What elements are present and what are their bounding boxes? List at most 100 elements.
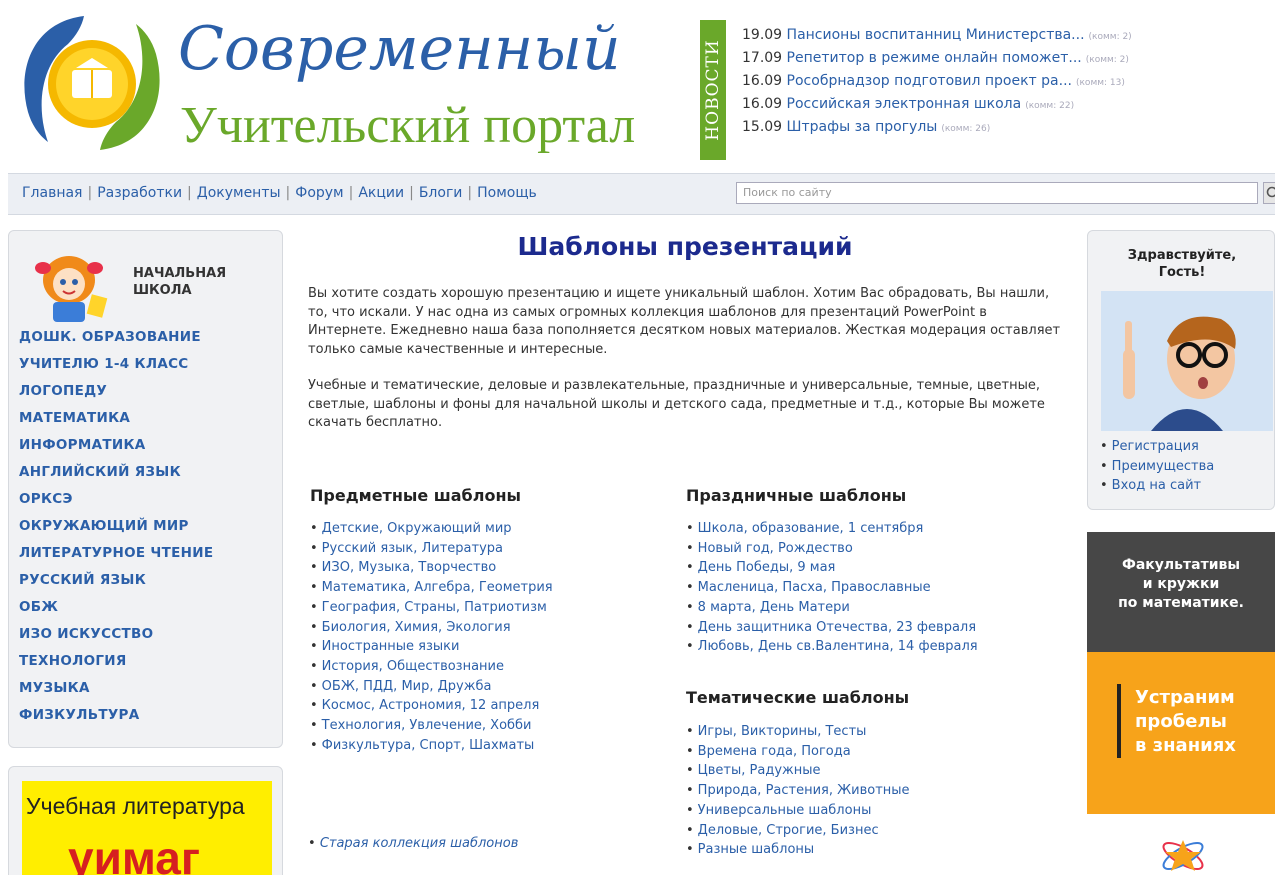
sidebar-item-russian[interactable]: РУССКИЙ ЯЗЫК <box>19 572 213 599</box>
template-link[interactable]: Русский язык, Литература <box>310 539 553 559</box>
nav-link-promotions[interactable]: Акции <box>358 185 404 201</box>
atom-logo-banner[interactable] <box>1087 814 1275 875</box>
template-link[interactable]: Иностранные языки <box>310 637 553 657</box>
page-title: Шаблоны презентаций <box>517 232 853 261</box>
news-comments: (комм: 2) <box>1085 55 1129 65</box>
advantages-link[interactable]: Преимущества <box>1100 457 1215 477</box>
template-link[interactable]: Космос, Астрономия, 12 апреля <box>310 696 553 716</box>
news-label: НОВОСТИ <box>703 39 723 141</box>
site-title-line1[interactable]: Современный <box>178 14 621 84</box>
electives-promo-banner[interactable]: Факультативы и кружки по математике. <box>1087 532 1275 652</box>
sidebar-item-obzh[interactable]: ОБЖ <box>19 599 213 626</box>
gaps-promo-banner[interactable]: Устраним пробелы в знаниях <box>1087 652 1275 814</box>
news-date: 16.09 <box>742 73 783 89</box>
register-link[interactable]: Регистрация <box>1100 437 1214 457</box>
nav-separator: | <box>87 185 93 201</box>
news-comments: (комм: 13) <box>1075 78 1125 88</box>
holiday-templates-heading: Праздничные шаблоны <box>686 486 907 505</box>
promo-text-line: по математике. <box>1118 595 1244 611</box>
news-link[interactable]: Штрафы за прогулы <box>787 119 938 135</box>
literature-ad-banner[interactable]: Учебная литература уимаг <box>22 781 272 875</box>
promo-text-line: пробелы <box>1135 711 1227 732</box>
news-date: 19.09 <box>742 27 783 43</box>
sidebar-item-preschool[interactable]: ДОШК. ОБРАЗОВАНИЕ <box>19 329 213 356</box>
template-link[interactable]: День Победы, 9 мая <box>686 558 978 578</box>
nav-separator: | <box>409 185 414 201</box>
template-link[interactable]: Детские, Окружающий мир <box>310 519 553 539</box>
template-link[interactable]: История, Обществознание <box>310 657 553 677</box>
template-link[interactable]: Времена года, Погода <box>686 742 910 762</box>
guest-greeting: Здравствуйте, Гость! <box>1088 247 1275 281</box>
template-link[interactable]: География, Страны, Патриотизм <box>310 598 553 618</box>
news-label-tab[interactable]: НОВОСТИ <box>700 20 726 160</box>
nav-link-forum[interactable]: Форум <box>295 185 343 201</box>
sidebar-item-art[interactable]: ИЗО ИСКУССТВО <box>19 626 213 653</box>
sidebar-item-grades-1-4[interactable]: УЧИТЕЛЮ 1-4 КЛАСС <box>19 356 213 383</box>
ad-banner-line2: уимаг <box>68 832 201 875</box>
guest-panel: Здравствуйте, Гость! Регистрация Преимущ… <box>1087 230 1275 510</box>
nav-link-developments[interactable]: Разработки <box>97 185 182 201</box>
subject-templates-list: Детские, Окружающий мир Русский язык, Ли… <box>310 519 553 755</box>
template-link[interactable]: Технология, Увлечение, Хобби <box>310 716 553 736</box>
sidebar-item-orkse[interactable]: ОРКСЭ <box>19 491 213 518</box>
subject-templates-heading: Предметные шаблоны <box>310 486 521 505</box>
sidebar-item-speech-therapist[interactable]: ЛОГОПЕДУ <box>19 383 213 410</box>
news-link[interactable]: Репетитор в режиме онлайн поможет... <box>787 50 1082 66</box>
news-item: 19.09 Пансионы воспитанниц Министерства.… <box>742 27 1132 50</box>
template-link[interactable]: Биология, Химия, Экология <box>310 618 553 638</box>
school-girl-icon <box>35 256 108 322</box>
guest-links: Регистрация Преимущества Вход на сайт <box>1100 437 1215 496</box>
site-title-line2[interactable]: Учительский портал <box>180 96 635 155</box>
boy-with-glasses-image <box>1101 291 1273 431</box>
nav-link-help[interactable]: Помощь <box>477 185 537 201</box>
news-link[interactable]: Пансионы воспитанниц Министерства... <box>787 27 1085 43</box>
search-button[interactable] <box>1263 182 1275 204</box>
login-link[interactable]: Вход на сайт <box>1100 476 1214 496</box>
logo-icon[interactable] <box>14 8 170 158</box>
nav-link-documents[interactable]: Документы <box>197 185 281 201</box>
template-link[interactable]: Универсальные шаблоны <box>686 801 910 821</box>
nav-link-blogs[interactable]: Блоги <box>419 185 463 201</box>
news-item: 16.09 Российская электронная школа (комм:… <box>742 96 1132 119</box>
ad-banner-line1: Учебная литература <box>26 793 245 819</box>
sidebar-item-math[interactable]: МАТЕМАТИКА <box>19 410 213 437</box>
template-link[interactable]: Любовь, День св.Валентина, 14 февраля <box>686 637 978 657</box>
template-link[interactable]: Цветы, Радужные <box>686 761 910 781</box>
template-link[interactable]: Новый год, Рождество <box>686 539 978 559</box>
promo-text-line: и кружки <box>1142 576 1220 592</box>
template-link[interactable]: Природа, Растения, Животные <box>686 781 910 801</box>
news-link[interactable]: Рособрнадзор подготовил проект ра... <box>787 73 1072 89</box>
sidebar-item-technology[interactable]: ТЕХНОЛОГИЯ <box>19 653 213 680</box>
thematic-templates-heading: Тематические шаблоны <box>686 688 910 707</box>
sidebar-item-pe[interactable]: ФИЗКУЛЬТУРА <box>19 707 213 734</box>
atom-icon <box>1162 840 1204 871</box>
news-date: 15.09 <box>742 119 783 135</box>
template-link[interactable]: Деловые, Строгие, Бизнес <box>686 821 910 841</box>
template-link[interactable]: 8 марта, День Матери <box>686 598 978 618</box>
nav-link-home[interactable]: Главная <box>22 185 82 201</box>
template-link[interactable]: Масленица, Пасха, Православные <box>686 578 978 598</box>
sidebar-item-informatics[interactable]: ИНФОРМАТИКА <box>19 437 213 464</box>
news-date: 17.09 <box>742 50 783 66</box>
template-link[interactable]: ОБЖ, ПДД, Мир, Дружба <box>310 677 553 697</box>
sidebar-item-music[interactable]: МУЗЫКА <box>19 680 213 707</box>
old-collection-link[interactable]: Старая коллекция шаблонов <box>308 836 519 851</box>
template-link[interactable]: Разные шаблоны <box>686 840 910 860</box>
template-link[interactable]: ИЗО, Музыка, Творчество <box>310 558 553 578</box>
search-input[interactable]: Поиск по сайту <box>736 182 1258 204</box>
promo-accent-bar <box>1117 684 1121 758</box>
template-link[interactable]: Школа, образование, 1 сентября <box>686 519 978 539</box>
sidebar-item-literary-reading[interactable]: ЛИТЕРАТУРНОЕ ЧТЕНИЕ <box>19 545 213 572</box>
thematic-templates-list: Игры, Викторины, Тесты Времена года, Пог… <box>686 722 910 860</box>
sidebar-item-english[interactable]: АНГЛИЙСКИЙ ЯЗЫК <box>19 464 213 491</box>
nav-separator: | <box>467 185 473 201</box>
template-link[interactable]: Физкультура, Спорт, Шахматы <box>310 736 553 756</box>
template-link[interactable]: Математика, Алгебра, Геометрия <box>310 578 553 598</box>
sidebar-item-world-around[interactable]: ОКРУЖАЮЩИЙ МИР <box>19 518 213 545</box>
news-comments: (комм: 22) <box>1025 101 1075 111</box>
template-link[interactable]: День защитника Отечества, 23 февраля <box>686 618 978 638</box>
template-link[interactable]: Игры, Викторины, Тесты <box>686 722 910 742</box>
literature-ad-box: Учебная литература уимаг <box>8 766 283 875</box>
search-icon <box>1266 186 1275 198</box>
news-link[interactable]: Российская электронная школа <box>787 96 1022 112</box>
